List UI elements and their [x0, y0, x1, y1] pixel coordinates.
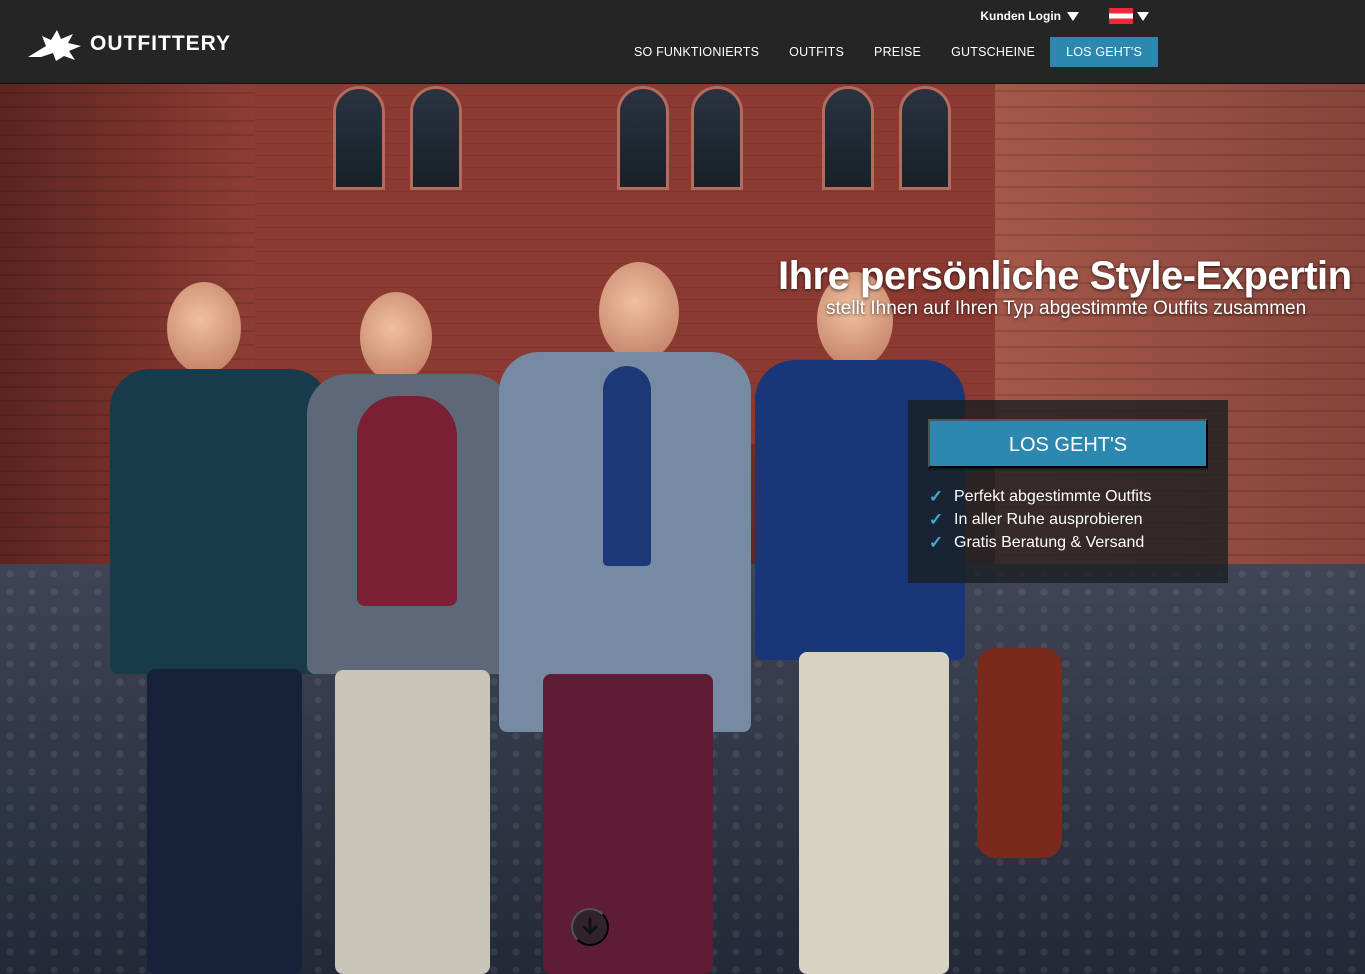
check-icon: ✓ [928, 486, 944, 506]
feature-list: ✓ Perfekt abgestimmte Outfits ✓ In aller… [928, 485, 1152, 554]
outfittery-griffin-icon [28, 30, 81, 61]
hero-cta-panel: LOS GEHT'S ✓ Perfekt abgestimmte Outfits… [908, 400, 1228, 583]
hero-person-trousers [799, 652, 949, 974]
hero-person-cardigan [357, 396, 457, 606]
hero-person-head [360, 292, 432, 382]
site-header: OUTFITTERY Kunden Login SO FUNKTIONIERTS… [0, 0, 1365, 84]
hero-title: Ihre persönliche Style-Expertin [778, 254, 1352, 298]
hero-person-3 [495, 254, 755, 974]
hero-person-head [599, 262, 679, 362]
start-button[interactable]: LOS GEHT'S [928, 419, 1208, 468]
customer-login-menu[interactable]: Kunden Login [980, 9, 1079, 23]
nav-outfits[interactable]: OUTFITS [774, 37, 859, 67]
nav-vouchers[interactable]: GUTSCHEINE [936, 37, 1050, 67]
hero-window [333, 86, 385, 190]
feature-item: ✓ Perfekt abgestimmte Outfits [928, 485, 1152, 508]
language-selector[interactable] [1109, 8, 1149, 24]
check-icon: ✓ [928, 532, 944, 552]
nav-prices[interactable]: PREISE [859, 37, 936, 67]
hero-person-head [167, 282, 241, 374]
utility-bar: Kunden Login [980, 8, 1149, 24]
check-icon: ✓ [928, 509, 944, 529]
hero-person-jacket [110, 369, 330, 674]
hero-person-4 [755, 264, 1062, 974]
scroll-down-button[interactable] [571, 908, 609, 946]
hero-person-2 [305, 284, 525, 974]
hero-subtitle: stellt Ihnen auf Ihren Typ abgestimmte O… [826, 298, 1307, 319]
hero-window [410, 86, 462, 190]
austria-flag-icon [1109, 8, 1133, 24]
customer-login-label: Kunden Login [980, 9, 1061, 23]
hero-window [617, 86, 669, 190]
nav-how-it-works[interactable]: SO FUNKTIONIERTS [619, 37, 774, 67]
hero-window [691, 86, 743, 190]
hero-window [822, 86, 874, 190]
feature-item: ✓ Gratis Beratung & Versand [928, 531, 1151, 554]
arrow-down-icon [582, 917, 598, 935]
feature-text: Gratis Beratung & Versand [954, 533, 1145, 551]
hero-person-trousers [543, 674, 713, 974]
chevron-down-icon [1067, 11, 1079, 21]
brand-name: OUTFITTERY [90, 32, 232, 55]
brand-logo[interactable]: OUTFITTERY [26, 26, 231, 62]
hero-window [899, 86, 951, 190]
feature-text: Perfekt abgestimmte Outfits [954, 487, 1152, 505]
hero-leather-bag [977, 648, 1062, 858]
feature-item: ✓ In aller Ruhe ausprobieren [928, 508, 1151, 531]
main-navigation: SO FUNKTIONIERTS OUTFITS PREISE GUTSCHEI… [619, 37, 1158, 67]
hero-person-trousers [335, 670, 490, 974]
hero-section: Ihre persönliche Style-Expertin stellt I… [0, 84, 1365, 974]
hero-person-shirt [603, 366, 651, 566]
nav-start-button[interactable]: LOS GEHT'S [1050, 37, 1158, 67]
hero-person-trousers [147, 669, 302, 974]
feature-text: In aller Ruhe ausprobieren [954, 510, 1143, 528]
chevron-down-icon [1137, 11, 1149, 21]
